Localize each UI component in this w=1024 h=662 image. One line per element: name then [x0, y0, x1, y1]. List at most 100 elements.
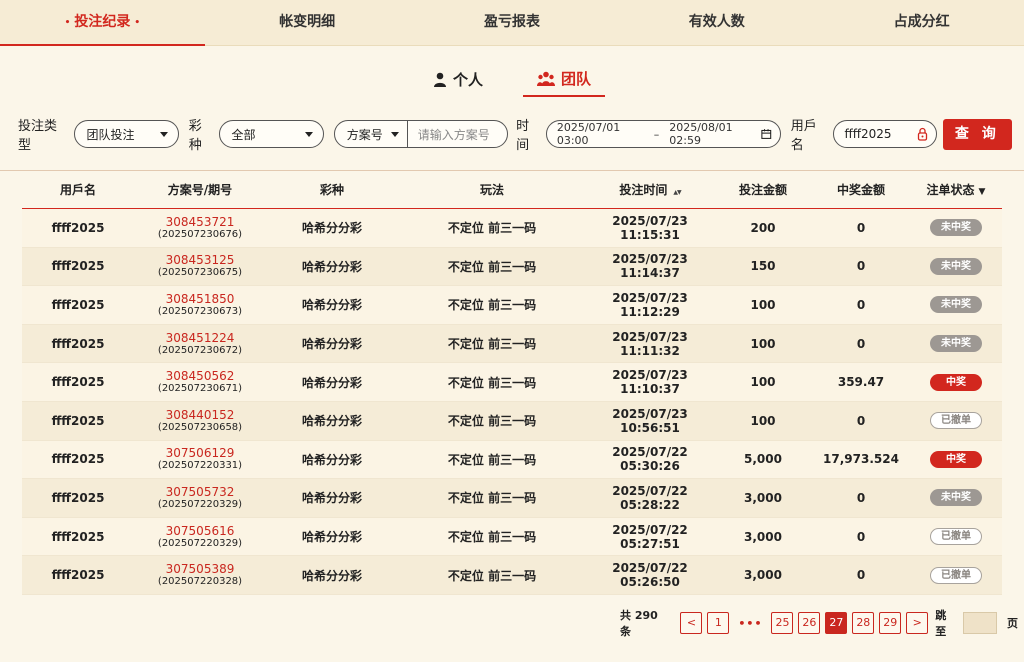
bet-type-select[interactable]: 团队投注	[73, 120, 179, 148]
cell-plan-issue: 308453125 (202507230675)	[134, 253, 266, 279]
subtab-team[interactable]: 团队	[523, 68, 606, 97]
page-button[interactable]: 26	[798, 612, 821, 634]
header-plan-issue: 方案号/期号	[167, 183, 233, 197]
cell-lottery: 哈希分分彩	[301, 414, 362, 429]
table-row: ffff2025 308440152 (202507230658) 哈希分分彩 不定位 …	[22, 401, 1002, 441]
cell-lottery: 哈希分分彩	[301, 452, 362, 467]
plan-number-link[interactable]: 307506129	[134, 446, 266, 460]
cell-username: ffff2025	[51, 490, 105, 505]
cell-status: 已撤单	[910, 412, 1002, 430]
cell-win-amount: 0	[856, 413, 866, 428]
date-range-picker[interactable]: 2025/07/01 03:00 – 2025/08/01 02:59	[545, 120, 781, 148]
tab-profit-report[interactable]: 盈亏报表	[410, 0, 615, 45]
issue-number: (202507220329)	[157, 537, 243, 549]
plan-number-link[interactable]: 308451850	[134, 292, 266, 306]
issue-number: (202507220328)	[157, 576, 243, 588]
cell-lottery: 哈希分分彩	[301, 221, 362, 236]
cell-bet-time: 2025/07/23 11:14:37	[612, 252, 688, 281]
header-lottery: 彩种	[319, 183, 344, 197]
tab-share-dividend[interactable]: 占成分红	[819, 0, 1024, 45]
page-button[interactable]: 29	[879, 612, 902, 634]
cell-status: 中奖	[910, 450, 1002, 468]
issue-number: (202507230676)	[157, 228, 243, 240]
table-body: ffff2025 308453721 (202507230676) 哈希分分彩 不定位 …	[22, 209, 1002, 595]
cell-win-amount: 359.47	[837, 375, 885, 390]
plan-number-link[interactable]: 307505389	[134, 562, 266, 576]
cell-username: ffff2025	[51, 336, 105, 351]
header-win-amount: 中奖金额	[836, 183, 885, 197]
cell-status: 未中奖	[910, 219, 1002, 237]
status-badge: 已撤单	[930, 528, 982, 546]
plan-number-link[interactable]: 307505616	[134, 524, 266, 538]
cell-plan-issue: 307505616 (202507220329)	[134, 524, 266, 550]
page-button-current[interactable]: 27	[825, 612, 848, 634]
jump-page-input[interactable]	[963, 612, 998, 634]
table-row: ffff2025 308450562 (202507230671) 哈希分分彩 不定位 …	[22, 363, 1002, 402]
status-badge: 已撤单	[930, 412, 982, 430]
page-button[interactable]: 28	[852, 612, 875, 634]
ellipsis[interactable]: •••	[738, 617, 762, 630]
plan-number-input[interactable]: 请输入方案号	[408, 126, 500, 143]
plan-number-link[interactable]: 308440152	[134, 408, 266, 422]
tab-active-users[interactable]: 有效人数	[614, 0, 819, 45]
cell-lottery: 哈希分分彩	[301, 568, 362, 583]
cell-plan-issue: 307505732 (202507220329)	[134, 485, 266, 511]
cell-status: 未中奖	[910, 257, 1002, 275]
range-separator: –	[653, 127, 660, 141]
filter-icon[interactable]: ▼	[979, 187, 986, 197]
cell-play-method: 不定位 前三一码	[447, 414, 537, 429]
plan-number-link[interactable]: 308450562	[134, 369, 266, 383]
plan-number-link[interactable]: 307505732	[134, 485, 266, 499]
username-value: ffff2025	[844, 127, 892, 141]
tab-account-changes[interactable]: 帐变明细	[205, 0, 410, 45]
bet-type-label: 投注类型	[18, 119, 58, 153]
cell-username: ffff2025	[51, 452, 105, 467]
cell-play-method: 不定位 前三一码	[447, 568, 537, 583]
sort-icon[interactable]: ▲▼	[673, 189, 681, 196]
cell-bet-amount: 3,000	[744, 568, 782, 583]
username-input[interactable]: ffff2025	[833, 120, 937, 148]
cell-bet-amount: 100	[750, 297, 776, 312]
header-status[interactable]: 注单状态 ▼	[910, 181, 1002, 198]
cell-username: ffff2025	[51, 568, 105, 583]
person-icon	[433, 72, 446, 87]
plan-number-link[interactable]: 308453721	[134, 215, 266, 229]
issue-number: (202507230672)	[157, 344, 243, 356]
cell-plan-issue: 307505389 (202507220328)	[134, 562, 266, 588]
cell-lottery: 哈希分分彩	[301, 298, 362, 313]
cell-username: ffff2025	[51, 220, 105, 235]
status-badge: 未中奖	[930, 219, 982, 237]
lottery-select[interactable]: 全部	[218, 120, 324, 148]
tab-bet-records[interactable]: • 投注纪录 •	[0, 0, 205, 46]
bet-records-table: 用戶名 方案号/期号 彩种 玩法 投注时间 ▲▼ 投注金额 中奖金额 注单状态 ▼ …	[22, 171, 1002, 595]
cell-bet-time: 2025/07/23 10:56:51	[612, 406, 688, 435]
plan-number-link[interactable]: 308453125	[134, 253, 266, 267]
cell-status: 未中奖	[910, 296, 1002, 314]
issue-number: (202507230673)	[157, 305, 243, 317]
cell-status: 已撤单	[910, 566, 1002, 584]
cell-bet-amount: 100	[750, 413, 776, 428]
next-page-button[interactable]: >	[906, 612, 929, 634]
cell-username: ffff2025	[51, 529, 105, 544]
cell-win-amount: 0	[856, 297, 866, 312]
header-bet-time[interactable]: 投注时间 ▲▼	[586, 181, 714, 198]
cell-plan-issue: 308453721 (202507230676)	[134, 215, 266, 241]
end-time: 2025/08/01 02:59	[669, 121, 733, 147]
prev-page-button[interactable]: <	[680, 612, 703, 634]
query-button[interactable]: 查 询	[942, 118, 1012, 150]
page-button[interactable]: 25	[771, 612, 794, 634]
plan-number-link[interactable]: 308451224	[134, 331, 266, 345]
page-button-first[interactable]: 1	[707, 612, 730, 634]
status-badge: 中奖	[930, 373, 982, 391]
plan-type-select[interactable]: 方案号	[335, 121, 408, 147]
cell-bet-time: 2025/07/22 05:30:26	[612, 445, 688, 474]
total-count: 共 290 条	[620, 609, 658, 638]
cell-play-method: 不定位 前三一码	[447, 298, 537, 313]
cell-bet-amount: 3,000	[744, 529, 782, 544]
table-row: ffff2025 308451850 (202507230673) 哈希分分彩 不定位 …	[22, 286, 1002, 325]
table-row: ffff2025 307505616 (202507220329) 哈希分分彩 不定位 …	[22, 517, 1002, 557]
user-lock-icon	[917, 127, 927, 141]
cell-win-amount: 0	[856, 336, 866, 351]
subtab-personal[interactable]: 个人	[419, 68, 497, 97]
tab-dot-icon: •	[64, 18, 71, 28]
